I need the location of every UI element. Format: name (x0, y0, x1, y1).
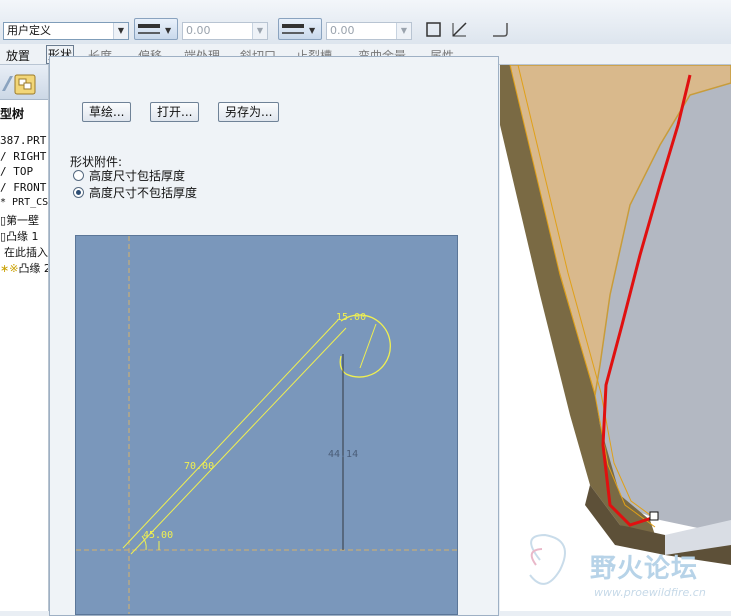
datum-plane-icon: / (0, 165, 14, 178)
radio-include-thickness-label[interactable]: 高度尺寸包括厚度 (89, 167, 185, 184)
dim-height[interactable]: 44.14 (328, 449, 358, 460)
chevron-down-icon: ▼ (396, 23, 411, 39)
length-type-icon: ▼ (282, 24, 316, 35)
tree-header (0, 65, 48, 100)
tree-title: 型树 (0, 107, 25, 121)
model-viewport[interactable] (500, 65, 731, 611)
csys-icon: * (0, 197, 13, 208)
datum-plane-icon: / (0, 150, 14, 163)
flange-type-select[interactable]: 用户定义 ▼ (3, 22, 129, 40)
tree-item-flange-2[interactable]: ∗※凸缘 2 (0, 260, 48, 276)
radio-exclude-thickness-label[interactable]: 高度尺寸不包括厚度 (89, 184, 197, 201)
side2-length-value: 0.00 (330, 24, 355, 37)
sketch-profile-drawing: 15.00 70.00 44.14 45.00 (76, 236, 457, 614)
sketch-preview[interactable]: 15.00 70.00 44.14 45.00 (75, 235, 458, 615)
shape-panel: 草绘... 打开... 另存为... 形状附件: 高度尺寸包括厚度 高度尺寸不包… (49, 56, 499, 616)
chevron-down-icon: ▼ (113, 23, 128, 39)
sheetmetal-3d-view (500, 65, 731, 585)
bend-relief-icon[interactable] (490, 20, 510, 40)
svg-text:▼: ▼ (165, 26, 172, 35)
flange-type-value: 用户定义 (7, 24, 51, 37)
tree-item-insert-here[interactable]: 在此插入 (4, 244, 48, 260)
side1-length-input[interactable]: 0.00 ▼ (182, 22, 268, 40)
flip-direction-icon[interactable] (450, 20, 470, 40)
radio-exclude-thickness[interactable] (73, 187, 84, 198)
tree-item-part[interactable]: 387.PRT (0, 134, 46, 147)
tree-item-first-wall[interactable]: ▯第一壁 (0, 212, 39, 228)
chevron-down-icon: ▼ (252, 23, 267, 39)
datum-plane-icon: / (0, 181, 14, 194)
svg-text:▼: ▼ (309, 26, 316, 35)
radio-include-thickness[interactable] (73, 170, 84, 181)
top-toolbar: 用户定义 ▼ ▼ 0.00 ▼ ▼ 0.00 ▼ (0, 0, 731, 44)
tree-item-front[interactable]: / FRONT (0, 181, 46, 194)
save-as-button[interactable]: 另存为... (218, 102, 280, 122)
tree-item-flange-1[interactable]: ▯凸缘 1 (0, 228, 39, 244)
side2-length-input[interactable]: 0.00 ▼ (326, 22, 412, 40)
tab-placement[interactable]: 放置 (6, 47, 30, 64)
watermark-url: www.proewildfire.cn (594, 586, 706, 599)
dim-length[interactable]: 70.00 (184, 461, 214, 472)
length-type-icon: ▼ (138, 24, 172, 35)
tree-item-right[interactable]: / RIGHT (0, 150, 46, 163)
side2-length-button[interactable]: ▼ (278, 18, 322, 40)
open-button[interactable]: 打开... (150, 102, 200, 122)
side1-length-value: 0.00 (186, 24, 211, 37)
tree-tab-icons[interactable] (0, 73, 48, 95)
watermark-logo: 野火论坛 (590, 554, 699, 584)
side1-length-button[interactable]: ▼ (134, 18, 178, 40)
tree-item-csys[interactable]: * PRT_CSY (0, 197, 48, 208)
sketch-button[interactable]: 草绘... (82, 102, 132, 122)
model-tree: 型树 387.PRT / RIGHT / TOP / FRONT * PRT_C… (0, 65, 49, 611)
new-feature-icon: ∗※ (0, 262, 19, 275)
tree-item-top[interactable]: / TOP (0, 165, 33, 178)
dim-radius[interactable]: 15.00 (336, 312, 366, 323)
dim-angle[interactable]: 45.00 (143, 530, 173, 541)
thickness-side-icon[interactable] (424, 20, 444, 40)
